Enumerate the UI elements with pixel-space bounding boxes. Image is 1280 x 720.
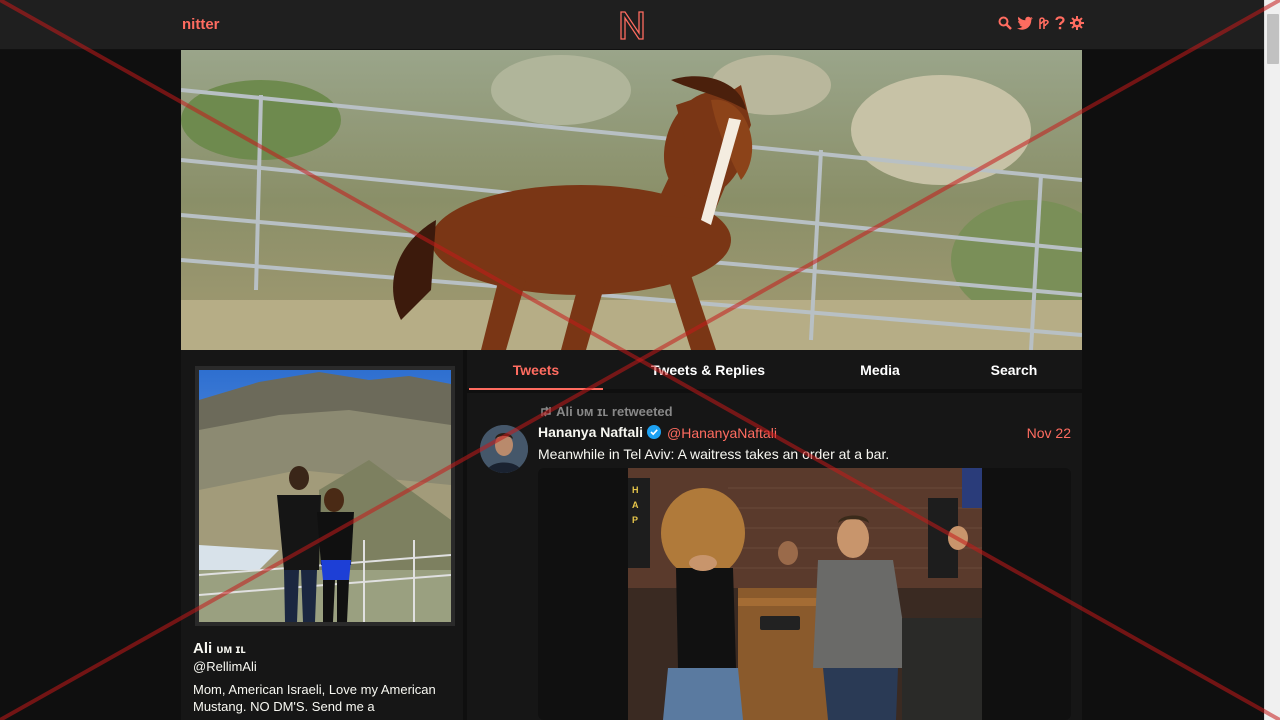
retweet-header-text[interactable]: Ali ᴜᴍ ɪʟ retweeted bbox=[556, 404, 672, 419]
profile-bio: Mom, American Israeli, Love my American … bbox=[193, 682, 436, 714]
profile-fullname-text: Ali bbox=[193, 640, 213, 657]
nitter-logo[interactable] bbox=[616, 9, 648, 41]
svg-text:A: A bbox=[632, 500, 639, 510]
twitter-bird-icon[interactable] bbox=[1017, 16, 1033, 30]
tweet-avatar[interactable] bbox=[480, 425, 528, 473]
tweet-item[interactable]: Ali ᴜᴍ ɪʟ retweeted Hananya Naftali @Han… bbox=[467, 393, 1082, 720]
gear-icon[interactable] bbox=[1070, 16, 1084, 30]
search-icon[interactable] bbox=[998, 16, 1012, 30]
svg-text:P: P bbox=[632, 515, 638, 525]
top-navbar: nitter bbox=[0, 0, 1264, 50]
tab-tweets-replies[interactable]: Tweets & Replies bbox=[637, 350, 779, 390]
brand-link[interactable]: nitter bbox=[182, 16, 220, 33]
tweet-media-container: H A P bbox=[538, 468, 1071, 720]
profile-fullname[interactable]: Ali ᴜᴍ ɪʟ bbox=[193, 640, 246, 657]
svg-text:H: H bbox=[632, 485, 639, 495]
scrollbar-thumb[interactable] bbox=[1267, 14, 1279, 64]
verified-badge-icon bbox=[647, 425, 662, 439]
rss-icon[interactable] bbox=[1038, 16, 1050, 30]
profile-avatar[interactable] bbox=[195, 366, 455, 626]
profile-username[interactable]: @RellimAli bbox=[193, 659, 257, 674]
tab-tweets[interactable]: Tweets bbox=[469, 350, 603, 390]
tweet-media-image[interactable]: H A P bbox=[628, 468, 982, 720]
tab-media[interactable]: Media bbox=[827, 350, 933, 390]
tweet-date[interactable]: Nov 22 bbox=[1027, 425, 1071, 441]
timeline: Tweets Tweets & Replies Media Search Ali… bbox=[467, 350, 1082, 720]
tweet-text: Meanwhile in Tel Aviv: A waitress takes … bbox=[538, 446, 890, 462]
nav-icons bbox=[998, 16, 1084, 30]
retweet-header: Ali ᴜᴍ ɪʟ retweeted bbox=[539, 404, 673, 419]
timeline-tabs: Tweets Tweets & Replies Media Search bbox=[467, 350, 1082, 390]
help-icon[interactable] bbox=[1055, 16, 1065, 30]
profile-card: Ali ᴜᴍ ɪʟ @RellimAli Mom, American Israe… bbox=[181, 350, 463, 720]
retweet-icon bbox=[541, 406, 551, 417]
tweet-fullname-text: Hananya Naftali bbox=[538, 424, 644, 440]
tweet-fullname[interactable]: Hananya Naftali bbox=[538, 424, 662, 440]
tab-search[interactable]: Search bbox=[967, 350, 1061, 390]
tweet-handle[interactable]: @HananyaNaftali bbox=[667, 425, 777, 441]
profile-banner[interactable] bbox=[181, 50, 1082, 350]
page-scrollbar[interactable] bbox=[1264, 0, 1280, 720]
profile-fullname-suffix: ᴜᴍ ɪʟ bbox=[216, 642, 246, 656]
